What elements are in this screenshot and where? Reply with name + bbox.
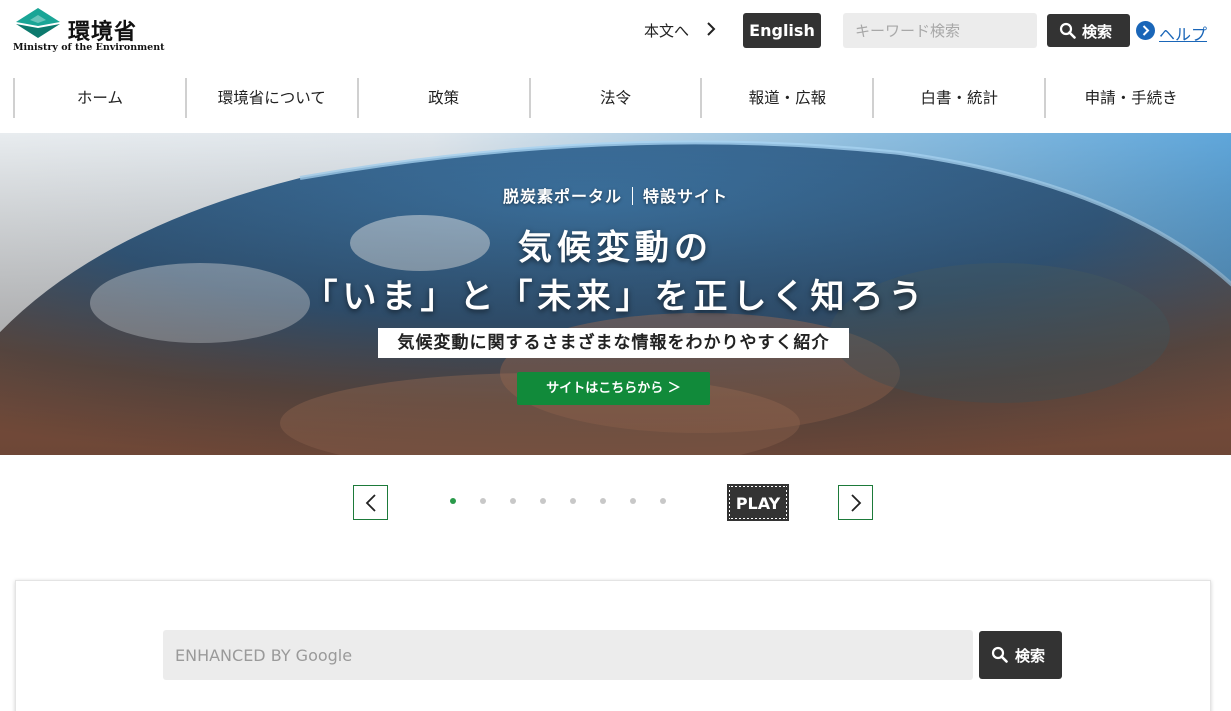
nav-item-home[interactable]: ホーム	[13, 78, 185, 118]
chevron-right-icon	[707, 22, 716, 36]
site-search-button[interactable]: 検索	[979, 631, 1062, 679]
logo-mark-icon	[16, 8, 60, 38]
site-logo[interactable]: 環境省 Ministry of the Environment	[12, 6, 165, 56]
site-search-button-label: 検索	[1015, 647, 1046, 665]
chevron-left-icon	[365, 494, 376, 512]
carousel-dot[interactable]	[450, 498, 456, 504]
chevron-right-icon	[851, 494, 862, 512]
global-nav: ホーム 環境省について 政策 法令 報道・広報 白書・統計 申請・手続き	[13, 78, 1216, 118]
search-icon	[991, 646, 1008, 663]
carousel-dot[interactable]	[540, 498, 546, 504]
hero-portal-name: 脱炭素ポータル	[502, 187, 622, 206]
hero-subtitle: 気候変動に関するさまざまな情報をわかりやすく紹介	[378, 328, 849, 358]
nav-item-about[interactable]: 環境省について	[184, 78, 357, 118]
skip-to-content-link[interactable]: 本文へ	[644, 20, 689, 41]
nav-item-law[interactable]: 法令	[528, 78, 701, 118]
keyword-search-input[interactable]	[843, 13, 1037, 48]
carousel-prev-button[interactable]	[353, 485, 388, 520]
help-link-label: ヘルプ	[1159, 25, 1208, 44]
nav-item-whitepaper[interactable]: 白書・統計	[872, 78, 1044, 118]
keyword-search-button-label: 検索	[1082, 23, 1113, 41]
nav-item-application[interactable]: 申請・手続き	[1044, 78, 1216, 118]
english-button[interactable]: English	[743, 13, 821, 48]
carousel-dot[interactable]	[660, 498, 666, 504]
carousel-indicators	[446, 498, 676, 508]
carousel-play-button[interactable]: PLAY	[727, 484, 789, 521]
site-header: 環境省 Ministry of the Environment 本文へ Engl…	[0, 0, 1231, 64]
hero-special-site: 特設サイト	[643, 187, 729, 206]
hero-banner[interactable]: 脱炭素ポータル 特設サイト 気候変動の 「いま」と「未来」を正しく知ろう 気候変動…	[0, 133, 1231, 455]
carousel-dot[interactable]	[600, 498, 606, 504]
hero-title-line1: 気候変動の	[518, 228, 713, 268]
hero-title-line2: 「いま」と「未来」を正しく知ろう	[303, 277, 928, 317]
hero-cta-button[interactable]: サイトはこちらから ＞	[517, 372, 710, 405]
keyword-search-button[interactable]: 検索	[1047, 14, 1130, 47]
hero-portal-label: 脱炭素ポータル 特設サイト	[0, 183, 1231, 207]
search-icon	[1059, 22, 1076, 39]
logo-text-en: Ministry of the Environment	[13, 42, 165, 53]
carousel-dot[interactable]	[480, 498, 486, 504]
carousel-next-button[interactable]	[838, 485, 873, 520]
carousel-dot[interactable]	[570, 498, 576, 504]
nav-item-policy[interactable]: 政策	[356, 78, 529, 118]
carousel-dot[interactable]	[630, 498, 636, 504]
arrow-circle-icon	[1136, 21, 1155, 40]
site-search-input[interactable]	[163, 630, 973, 680]
hero-portal-divider	[632, 187, 633, 205]
nav-item-press[interactable]: 報道・広報	[700, 78, 872, 118]
carousel-dot[interactable]	[510, 498, 516, 504]
